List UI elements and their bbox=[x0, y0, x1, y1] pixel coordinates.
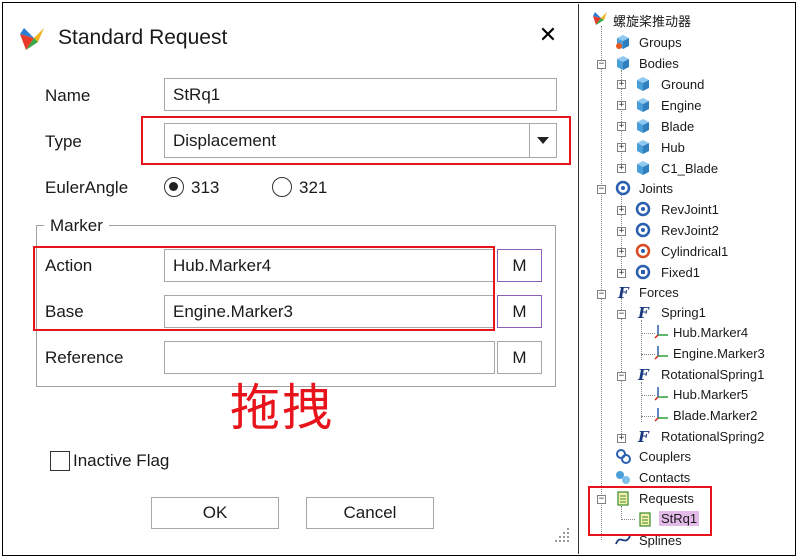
requests-highlight-box bbox=[588, 486, 712, 536]
tree-item-hub-marker5[interactable]: Hub.Marker5 bbox=[673, 387, 748, 402]
tree-item-rotational-spring2[interactable]: RotationalSpring2 bbox=[661, 429, 764, 444]
reference-marker-button[interactable]: M bbox=[497, 341, 542, 374]
euler-321-label: 321 bbox=[299, 178, 328, 197]
inactive-flag-checkbox[interactable] bbox=[50, 451, 70, 471]
marker-group-title: Marker bbox=[44, 216, 109, 236]
collapse-toggle[interactable]: − bbox=[597, 185, 606, 194]
collapse-toggle[interactable]: − bbox=[617, 310, 626, 319]
expand-toggle[interactable]: + bbox=[617, 80, 626, 89]
body-cube-icon bbox=[637, 77, 649, 91]
action-marker-button[interactable]: M bbox=[497, 249, 542, 282]
dialog-titlebar: Standard Request ✕ bbox=[4, 4, 579, 64]
tree-item-contacts[interactable]: Contacts bbox=[639, 470, 690, 485]
tree-item-blade-marker2[interactable]: Blade.Marker2 bbox=[673, 408, 758, 423]
dialog-title: Standard Request bbox=[58, 26, 228, 49]
standard-request-dialog: Standard Request ✕ Name StRq1 Type Displ… bbox=[4, 4, 579, 554]
body-cube-icon bbox=[637, 119, 649, 133]
name-field[interactable]: StRq1 bbox=[164, 78, 557, 111]
tree-item-joints[interactable]: Joints bbox=[639, 181, 673, 196]
collapse-toggle[interactable]: − bbox=[597, 290, 606, 299]
marker-icon bbox=[654, 387, 668, 401]
expand-toggle[interactable]: + bbox=[617, 227, 626, 236]
revolute-joint-icon bbox=[635, 201, 651, 217]
tree-item-c1-blade[interactable]: C1_Blade bbox=[661, 161, 718, 176]
tree-root-label[interactable]: 螺旋桨推动器 bbox=[613, 11, 691, 30]
app-logo-icon bbox=[20, 28, 44, 50]
force-icon: F bbox=[638, 366, 649, 384]
tree-item-groups[interactable]: Groups bbox=[639, 35, 682, 50]
ok-button[interactable]: OK bbox=[151, 497, 279, 529]
expand-toggle[interactable]: + bbox=[617, 164, 626, 173]
marker-icon bbox=[654, 408, 668, 422]
expand-toggle[interactable]: + bbox=[617, 269, 626, 278]
tree-item-revjoint1[interactable]: RevJoint1 bbox=[661, 202, 719, 217]
collapse-toggle[interactable]: − bbox=[597, 60, 606, 69]
drag-annotation: 拖拽 bbox=[230, 379, 334, 437]
tree-line bbox=[621, 298, 622, 440]
expand-toggle[interactable]: + bbox=[617, 248, 626, 257]
euler-313-label: 313 bbox=[191, 178, 220, 197]
expand-toggle[interactable]: + bbox=[617, 101, 626, 110]
name-label: Name bbox=[45, 86, 91, 105]
collapse-toggle[interactable]: − bbox=[617, 372, 626, 381]
body-cube-icon bbox=[637, 161, 649, 175]
close-icon[interactable]: ✕ bbox=[536, 22, 560, 48]
body-cube-icon bbox=[637, 98, 649, 112]
couplers-icon bbox=[616, 449, 631, 464]
marker-icon bbox=[654, 346, 668, 360]
marker-icon bbox=[654, 325, 668, 339]
type-label: Type bbox=[45, 132, 82, 151]
euler-angle-label: EulerAngle bbox=[45, 178, 129, 197]
cancel-button[interactable]: Cancel bbox=[306, 497, 434, 529]
base-marker-button[interactable]: M bbox=[497, 295, 542, 328]
force-icon: F bbox=[618, 284, 629, 302]
tree-item-hub-marker4[interactable]: Hub.Marker4 bbox=[673, 325, 748, 340]
fixed-joint-icon bbox=[635, 264, 651, 280]
tree-item-bodies[interactable]: Bodies bbox=[639, 56, 679, 71]
tree-item-forces[interactable]: Forces bbox=[639, 285, 679, 300]
expand-toggle[interactable]: + bbox=[617, 206, 626, 215]
tree-line bbox=[641, 333, 655, 334]
tree-item-fixed1[interactable]: Fixed1 bbox=[661, 265, 700, 280]
reference-label: Reference bbox=[45, 348, 124, 367]
body-cube-icon bbox=[637, 140, 649, 154]
expand-toggle[interactable]: + bbox=[617, 122, 626, 131]
contacts-icon bbox=[616, 471, 630, 484]
revolute-joint-icon bbox=[635, 222, 651, 238]
resize-grip-icon[interactable] bbox=[555, 528, 571, 544]
tree-line bbox=[641, 395, 655, 396]
type-highlight-box bbox=[141, 116, 571, 165]
bodies-icon bbox=[617, 56, 629, 70]
tree-line bbox=[601, 26, 602, 540]
tree-item-hub[interactable]: Hub bbox=[661, 140, 685, 155]
tree-item-revjoint2[interactable]: RevJoint2 bbox=[661, 223, 719, 238]
euler-313-radio[interactable] bbox=[164, 177, 184, 197]
force-icon: F bbox=[638, 428, 649, 446]
tree-item-couplers[interactable]: Couplers bbox=[639, 449, 691, 464]
model-tree: 螺旋桨推动器 Groups − Bodies + Ground + Engine… bbox=[588, 6, 792, 552]
tree-item-cylindrical1[interactable]: Cylindrical1 bbox=[661, 244, 728, 259]
tree-line bbox=[641, 354, 655, 355]
tree-item-engine-marker3[interactable]: Engine.Marker3 bbox=[673, 346, 765, 361]
expand-toggle[interactable]: + bbox=[617, 434, 626, 443]
joints-icon bbox=[615, 180, 631, 196]
expand-toggle[interactable]: + bbox=[617, 143, 626, 152]
tree-item-engine[interactable]: Engine bbox=[661, 98, 701, 113]
tree-line bbox=[641, 416, 655, 417]
tree-item-spring1[interactable]: Spring1 bbox=[661, 305, 706, 320]
tree-item-rotational-spring1[interactable]: RotationalSpring1 bbox=[661, 367, 764, 382]
cylindrical-joint-icon bbox=[635, 243, 651, 259]
tree-item-ground[interactable]: Ground bbox=[661, 77, 704, 92]
euler-321-radio[interactable] bbox=[272, 177, 292, 197]
inactive-flag-label: Inactive Flag bbox=[73, 451, 170, 470]
tree-item-blade[interactable]: Blade bbox=[661, 119, 694, 134]
force-icon: F bbox=[638, 304, 649, 322]
marker-highlight-box bbox=[33, 246, 495, 331]
groups-icon bbox=[616, 35, 629, 49]
app-logo-icon bbox=[593, 12, 607, 25]
